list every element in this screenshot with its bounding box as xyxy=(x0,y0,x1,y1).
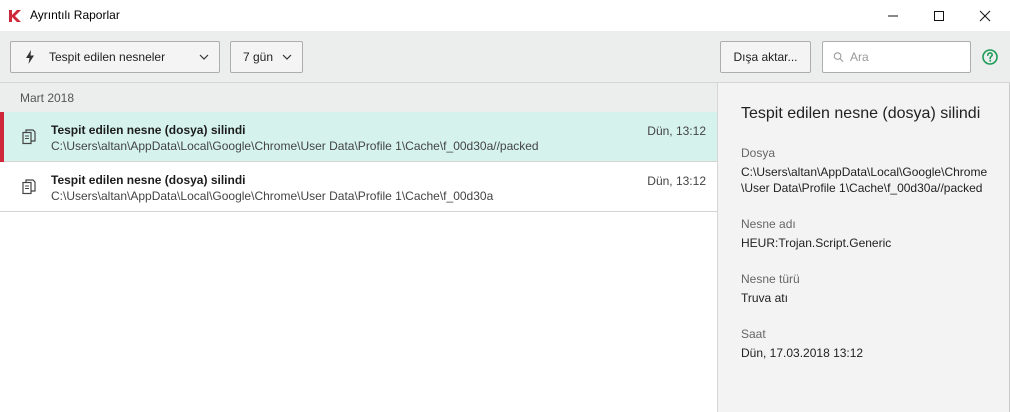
list-item[interactable]: Tespit edilen nesne (dosya) silindi C:\U… xyxy=(0,162,717,212)
files-icon xyxy=(22,179,36,195)
details-pane: Tespit edilen nesne (dosya) silindi Dosy… xyxy=(717,83,1009,412)
event-title: Tespit edilen nesne (dosya) silindi xyxy=(51,123,246,137)
period-label: 7 gün xyxy=(243,50,274,64)
lightning-icon xyxy=(23,50,37,64)
report-window: Ayrıntılı Raporlar Tespit edilen nesnele… xyxy=(0,0,1010,412)
details-title: Tespit edilen nesne (dosya) silindi xyxy=(741,105,981,122)
object-name-label: Nesne adı xyxy=(741,217,796,231)
maximize-button[interactable] xyxy=(916,0,962,31)
file-label: Dosya xyxy=(741,146,776,160)
list-item[interactable]: Tespit edilen nesne (dosya) silindi C:\U… xyxy=(0,112,717,162)
selection-indicator xyxy=(0,112,4,162)
object-name-value: HEUR:Trojan.Script.Generic xyxy=(741,236,892,250)
files-icon xyxy=(22,129,36,145)
close-icon xyxy=(979,10,991,21)
object-filter-label: Tespit edilen nesneler xyxy=(49,50,166,64)
object-filter-dropdown[interactable]: Tespit edilen nesneler xyxy=(10,41,220,73)
time-label: Saat xyxy=(741,327,766,341)
event-title: Tespit edilen nesne (dosya) silindi xyxy=(51,173,246,187)
event-time: Dün, 13:12 xyxy=(647,174,706,188)
chevron-down-icon xyxy=(282,51,292,66)
time-value: Dün, 17.03.2018 13:12 xyxy=(741,346,864,360)
event-path: C:\Users\altan\AppData\Local\Google\Chro… xyxy=(51,139,539,153)
window-title: Ayrıntılı Raporlar xyxy=(30,8,120,22)
event-time: Dün, 13:12 xyxy=(647,124,706,138)
search-box[interactable] xyxy=(822,41,971,73)
maximize-icon xyxy=(934,10,944,21)
event-path: C:\Users\altan\AppData\Local\Google\Chro… xyxy=(51,189,494,203)
event-list-pane: Mart 2018 Tespit edilen nesne (dosya) si… xyxy=(0,83,717,412)
title-bar: Ayrıntılı Raporlar xyxy=(0,0,1010,31)
close-button[interactable] xyxy=(962,0,1008,31)
minimize-icon xyxy=(888,15,898,16)
search-input[interactable] xyxy=(850,50,970,64)
help-icon[interactable] xyxy=(982,49,998,65)
chevron-down-icon xyxy=(199,51,209,66)
month-group-header: Mart 2018 xyxy=(0,83,717,112)
search-icon xyxy=(833,52,844,62)
toolbar: Tespit edilen nesneler 7 gün Dışa aktar.… xyxy=(0,31,1010,83)
period-dropdown[interactable]: 7 gün xyxy=(230,41,303,73)
file-value: C:\Users\altan\AppData\Local\Google\Chro… xyxy=(741,165,988,195)
kaspersky-logo-icon xyxy=(9,10,21,22)
object-type-value: Truva atı xyxy=(741,291,788,305)
minimize-button[interactable] xyxy=(870,0,916,31)
export-button[interactable]: Dışa aktar... xyxy=(720,41,811,73)
object-type-label: Nesne türü xyxy=(741,272,800,286)
